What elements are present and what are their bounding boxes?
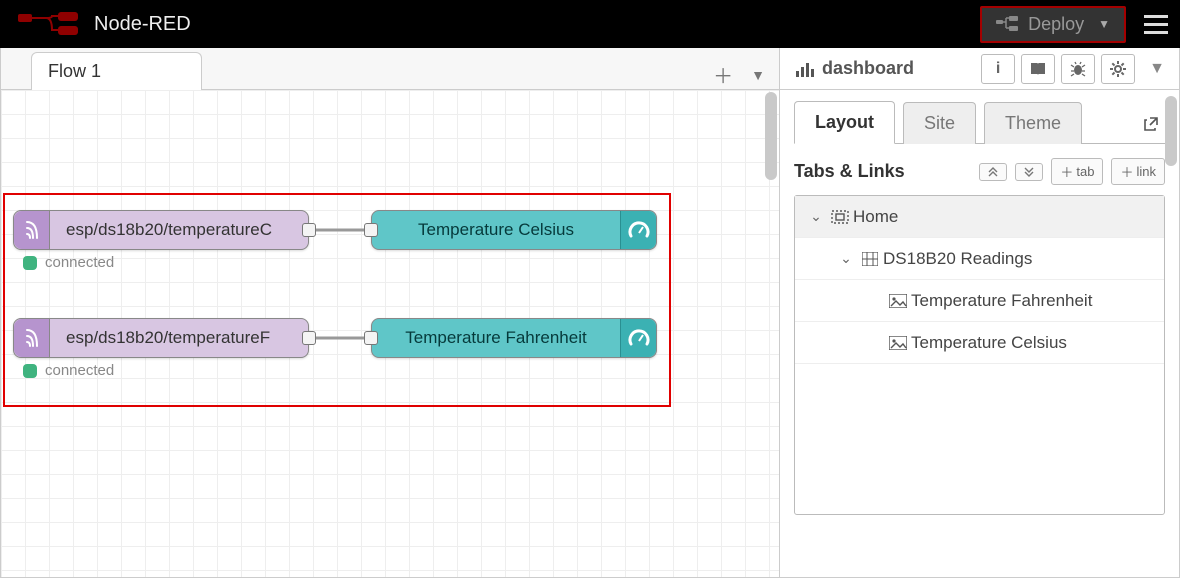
scrollbar[interactable]: [1165, 96, 1177, 166]
tab-theme[interactable]: Theme: [984, 102, 1082, 144]
workspace-pane: Flow 1 ＋ ▼: [0, 48, 780, 578]
tab-site[interactable]: Site: [903, 102, 976, 144]
status-dot: [23, 364, 37, 378]
chevron-down-icon: ⌄: [805, 208, 827, 225]
output-port[interactable]: [302, 223, 316, 237]
status-dot: [23, 256, 37, 270]
dashboard-icon: [796, 61, 814, 77]
tab-layout[interactable]: Layout: [794, 101, 895, 144]
info-tab-button[interactable]: i: [981, 54, 1015, 84]
tab-icon: [827, 210, 853, 224]
image-icon: [885, 294, 911, 308]
chevrons-down-icon: [1024, 167, 1034, 177]
expand-all-button[interactable]: [979, 163, 1007, 181]
open-dashboard-button[interactable]: [1137, 110, 1165, 143]
chevrons-up-icon: [988, 167, 998, 177]
app-name: Node-RED: [94, 13, 191, 36]
tabs-links-heading: Tabs & Links: [794, 161, 905, 182]
mqtt-icon: [14, 211, 50, 249]
chevron-down-icon: ⌄: [835, 250, 857, 267]
tree-label: Temperature Celsius: [911, 333, 1067, 353]
image-icon: [885, 336, 911, 350]
sidebar: dashboard i ▼ Layout Site: [780, 48, 1180, 578]
deploy-label: Deploy: [1028, 14, 1084, 35]
tree-label: Home: [853, 207, 898, 227]
dashboard-gauge-node[interactable]: Temperature Celsius: [371, 210, 657, 250]
scrollbar[interactable]: [765, 92, 777, 180]
dashboard-gauge-node[interactable]: Temperature Fahrenheit: [371, 318, 657, 358]
mqtt-in-node[interactable]: esp/ds18b20/temperatureF: [13, 318, 309, 358]
node-label: Temperature Celsius: [372, 220, 620, 240]
tree-group-readings[interactable]: ⌄ DS18B20 Readings: [795, 238, 1164, 280]
flow-menu-button[interactable]: ▼: [751, 67, 765, 83]
sidebar-menu-button[interactable]: ▼: [1143, 60, 1171, 78]
tree-label: Temperature Fahrenheit: [911, 291, 1092, 311]
deploy-button[interactable]: Deploy ▼: [980, 6, 1126, 43]
chevron-down-icon: ▼: [1098, 17, 1110, 31]
app-header: Node-RED Deploy ▼: [0, 0, 1180, 48]
logo: Node-RED: [18, 12, 191, 36]
dashboard-subtabs: Layout Site Theme: [794, 100, 1165, 144]
main: Flow 1 ＋ ▼: [0, 48, 1180, 578]
node-label: esp/ds18b20/temperatureC: [50, 220, 288, 240]
workspace-tabs: Flow 1 ＋ ▼: [1, 48, 779, 90]
tree-widget-fahrenheit[interactable]: Temperature Fahrenheit: [795, 280, 1164, 322]
deploy-icon: [996, 16, 1018, 32]
menu-button[interactable]: [1144, 15, 1168, 34]
input-port[interactable]: [364, 223, 378, 237]
input-port[interactable]: [364, 331, 378, 345]
node-status: connected: [23, 254, 114, 271]
gear-icon: [1110, 61, 1126, 77]
sidebar-title: dashboard: [822, 58, 914, 79]
node-label: esp/ds18b20/temperatureF: [50, 328, 286, 348]
layout-tree: ⌄ Home ⌄ DS18B20 Readings: [794, 195, 1165, 515]
config-tab-button[interactable]: [1101, 54, 1135, 84]
collapse-all-button[interactable]: [1015, 163, 1043, 181]
mqtt-in-node[interactable]: esp/ds18b20/temperatureC: [13, 210, 309, 250]
add-tab-button[interactable]: ＋tab: [1051, 158, 1103, 185]
node-red-logo-icon: [18, 12, 80, 36]
sidebar-header: dashboard i ▼: [780, 48, 1179, 90]
mqtt-icon: [14, 319, 50, 357]
help-tab-button[interactable]: [1021, 54, 1055, 84]
gauge-icon: [620, 319, 656, 357]
output-port[interactable]: [302, 331, 316, 345]
tree-tab-home[interactable]: ⌄ Home: [795, 196, 1164, 238]
node-status: connected: [23, 362, 114, 379]
bug-icon: [1070, 61, 1086, 77]
node-label: Temperature Fahrenheit: [372, 328, 620, 348]
book-icon: [1030, 62, 1046, 76]
tree-label: DS18B20 Readings: [883, 249, 1032, 269]
debug-tab-button[interactable]: [1061, 54, 1095, 84]
grid-icon: [857, 252, 883, 266]
gauge-icon: [620, 211, 656, 249]
add-link-button[interactable]: ＋link: [1111, 158, 1165, 185]
tree-widget-celsius[interactable]: Temperature Celsius: [795, 322, 1164, 364]
external-link-icon: [1143, 116, 1159, 132]
flow-tab[interactable]: Flow 1: [31, 52, 202, 90]
flow-canvas[interactable]: esp/ds18b20/temperatureC connected Tempe…: [1, 90, 779, 577]
add-flow-button[interactable]: ＋: [713, 60, 733, 89]
